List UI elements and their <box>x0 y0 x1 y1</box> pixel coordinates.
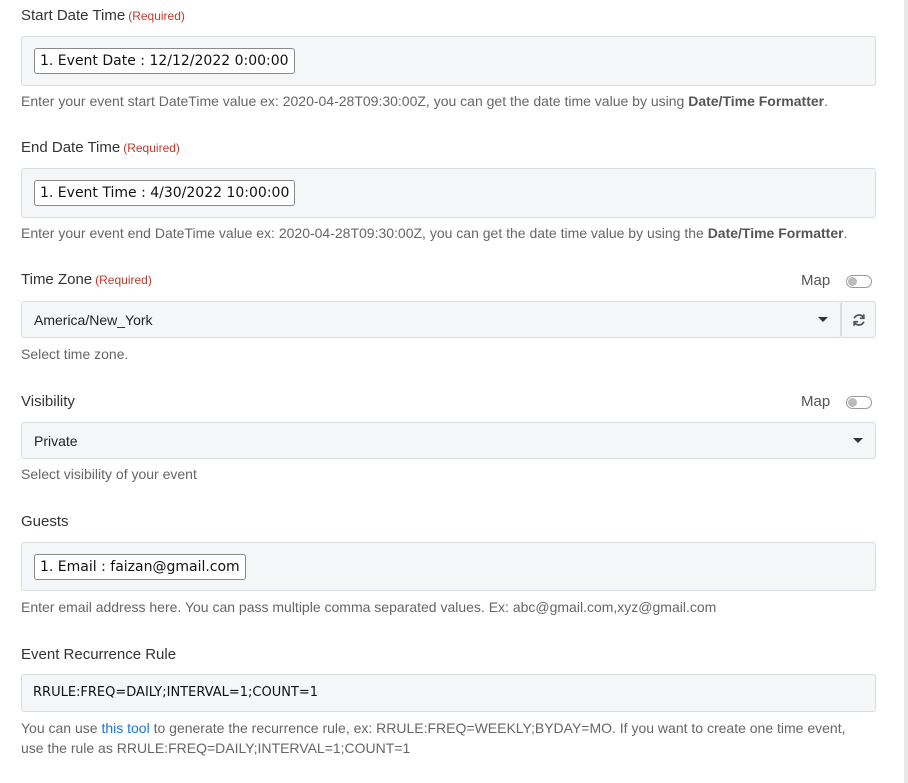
guests-label: Guests <box>21 513 69 530</box>
start-date-label-text: Start Date Time <box>21 7 126 24</box>
start-date-field[interactable]: 1. Event Date : 12/12/2022 0:00:00 <box>21 36 876 86</box>
time-zone-select[interactable]: America/New_York <box>21 301 841 338</box>
chevron-down-icon <box>853 438 863 443</box>
time-zone-label: Time Zone (Required) <box>21 271 152 288</box>
required-tag: (Required) <box>95 273 152 287</box>
scrollbar-track[interactable] <box>904 0 908 783</box>
start-date-help-suffix: . <box>824 93 828 109</box>
date-time-formatter-ref: Date/Time Formatter <box>707 225 844 241</box>
time-zone-help: Select time zone. <box>21 346 129 362</box>
start-date-help-text: Enter your event start DateTime value ex… <box>21 93 689 109</box>
chevron-down-icon <box>818 317 828 322</box>
end-date-label: End Date Time (Required) <box>21 139 180 156</box>
visibility-map-toggle[interactable] <box>846 396 872 409</box>
this-tool-link[interactable]: this tool <box>101 720 149 736</box>
required-tag: (Required) <box>128 9 185 23</box>
time-zone-map-label: Map <box>801 272 831 289</box>
visibility-select[interactable]: Private <box>21 422 876 459</box>
end-date-help-suffix: . <box>843 225 848 241</box>
recurrence-input[interactable]: RRULE:FREQ=DAILY;INTERVAL=1;COUNT=1 <box>21 674 876 712</box>
recurrence-label: Event Recurrence Rule <box>21 646 177 663</box>
recurrence-help-suffix: to generate the recurrence rule, ex: RRU… <box>149 720 846 736</box>
start-date-label: Start Date Time (Required) <box>21 7 185 24</box>
guests-chip[interactable]: 1. Email : faizan@gmail.com <box>34 554 246 580</box>
recurrence-help-prefix: You can use <box>21 720 102 736</box>
required-tag: (Required) <box>123 141 180 155</box>
time-zone-selected-value: America/New_York <box>34 312 153 328</box>
visibility-help: Select visibility of your event <box>21 466 197 482</box>
toggle-knob <box>848 277 857 286</box>
time-zone-label-text: Time Zone <box>21 271 93 288</box>
end-date-field[interactable]: 1. Event Time : 4/30/2022 10:00:00 <box>21 168 876 218</box>
guests-help: Enter email address here. You can pass m… <box>21 599 717 615</box>
recurrence-help-line2: use the rule as RRULE:FREQ=DAILY;INTERVA… <box>21 740 411 756</box>
visibility-label: Visibility <box>21 393 75 410</box>
recurrence-help: You can use this tool to generate the re… <box>21 718 845 758</box>
recurrence-value: RRULE:FREQ=DAILY;INTERVAL=1;COUNT=1 <box>33 685 319 700</box>
date-time-formatter-ref: Date/Time Formatter <box>688 93 825 109</box>
time-zone-map-toggle[interactable] <box>846 275 872 288</box>
start-date-chip[interactable]: 1. Event Date : 12/12/2022 0:00:00 <box>34 48 295 74</box>
refresh-icon[interactable] <box>841 301 876 338</box>
toggle-knob <box>848 398 857 407</box>
end-date-help-text: Enter your event end DateTime value ex: … <box>21 225 708 241</box>
start-date-help: Enter your event start DateTime value ex… <box>21 91 828 111</box>
refresh-icon-glyph <box>852 313 865 326</box>
guests-field[interactable]: 1. Email : faizan@gmail.com <box>21 542 876 591</box>
end-date-chip[interactable]: 1. Event Time : 4/30/2022 10:00:00 <box>34 180 296 206</box>
recurrence-help-line1: You can use this tool to generate the re… <box>21 718 845 738</box>
end-date-help: Enter your event end DateTime value ex: … <box>21 223 847 243</box>
visibility-map-label: Map <box>801 393 831 410</box>
end-date-label-text: End Date Time <box>21 139 121 156</box>
visibility-selected-value: Private <box>34 433 78 449</box>
